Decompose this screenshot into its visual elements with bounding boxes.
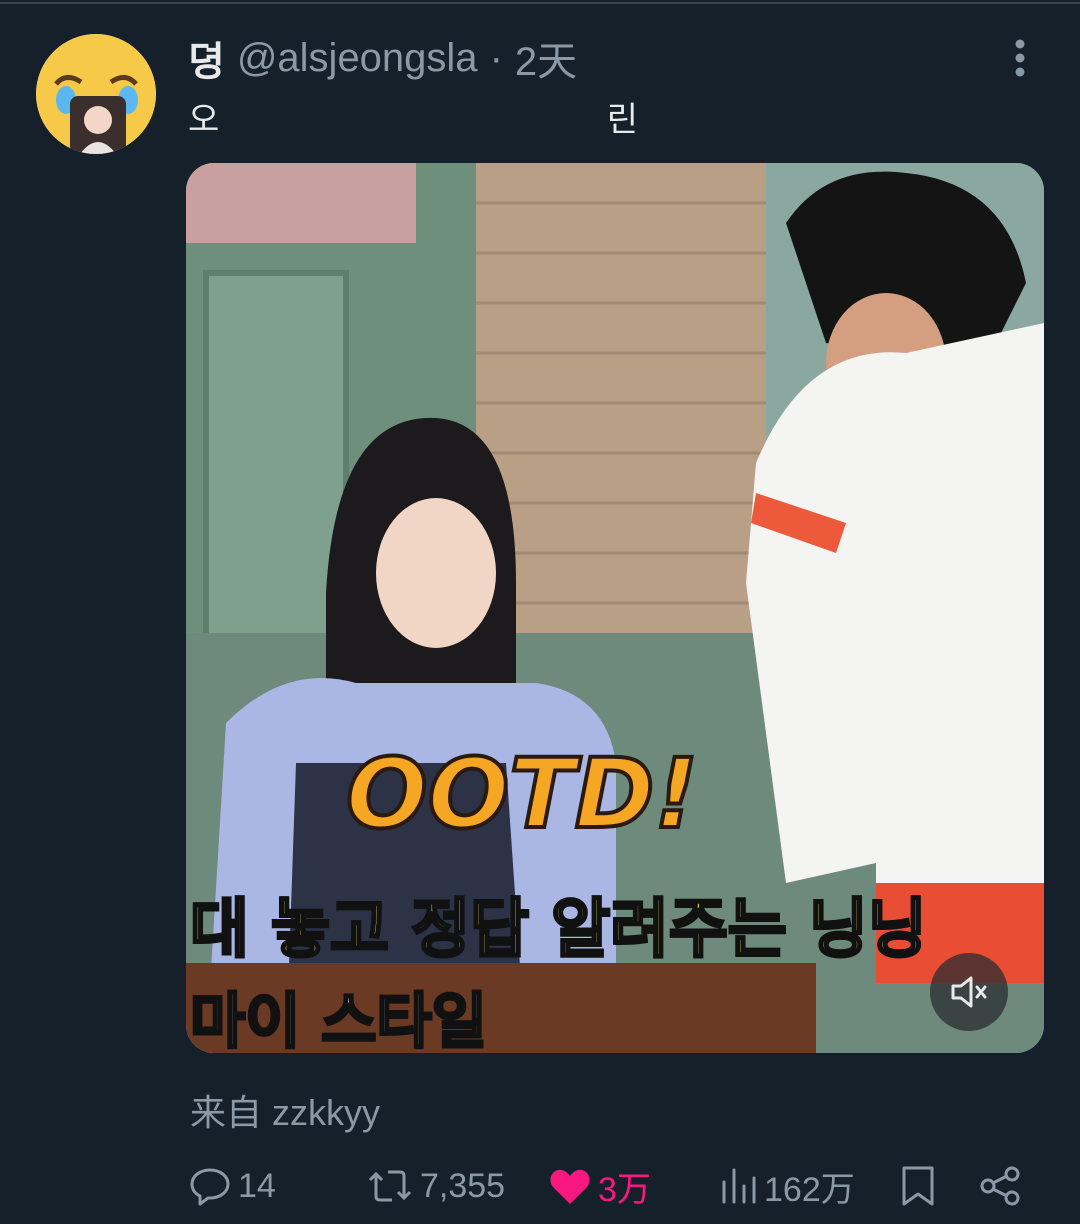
- video-player[interactable]: OOTD! 대 놓고 정답 알려주는 닝닝 마이 스타일: [186, 163, 1044, 1053]
- bookmark-icon: [902, 1166, 934, 1206]
- like-button[interactable]: 3万: [548, 1156, 651, 1216]
- video-subtitle-line2: 마이 스타일: [189, 986, 489, 1054]
- retweet-button[interactable]: 7,355: [366, 1156, 505, 1216]
- tweet-text-end: 린: [606, 101, 638, 136]
- views-icon: [722, 1168, 756, 1204]
- tweet-text-start: 오: [188, 101, 220, 136]
- views-button[interactable]: 162万: [718, 1156, 855, 1216]
- user-handle[interactable]: @alsjeongsla: [237, 36, 478, 81]
- share-button[interactable]: [978, 1156, 1022, 1216]
- avatar[interactable]: [36, 34, 156, 154]
- separator-dot: ·: [489, 35, 503, 80]
- top-divider: [0, 2, 1080, 4]
- post-time[interactable]: 2天: [515, 29, 577, 87]
- more-vertical-icon: [1015, 39, 1025, 77]
- view-count: 162万: [764, 1170, 855, 1209]
- reply-button[interactable]: 14: [188, 1156, 276, 1216]
- bookmark-button[interactable]: [898, 1156, 938, 1216]
- reply-count: 14: [238, 1166, 276, 1205]
- tweet-text: 오 린: [188, 92, 638, 136]
- like-count: 3万: [598, 1170, 651, 1209]
- heart-icon: [550, 1169, 590, 1204]
- retweet-icon: [368, 1170, 412, 1202]
- tweet-source[interactable]: 来自 zzkkyy: [190, 1084, 380, 1136]
- more-options-button[interactable]: [1000, 38, 1040, 78]
- action-bar: 14 7,355 3万 162万: [0, 1156, 1080, 1216]
- video-caption-big: OOTD!: [344, 736, 700, 852]
- share-icon: [980, 1166, 1020, 1206]
- reply-icon: [190, 1168, 230, 1206]
- video-subtitle-line1: 대 놓고 정답 알려주는 닝닝: [189, 892, 929, 969]
- retweet-count: 7,355: [420, 1166, 506, 1205]
- tweet-header: 뎡 @alsjeongsla · 2天: [188, 30, 577, 86]
- display-name[interactable]: 뎡: [188, 29, 225, 87]
- mute-toggle-button[interactable]: [930, 953, 1008, 1031]
- mute-icon: [951, 976, 987, 1008]
